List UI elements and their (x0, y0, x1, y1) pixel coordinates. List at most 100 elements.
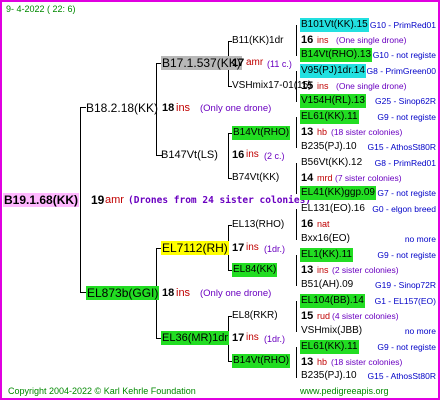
gen5-note: G9 - not registe (377, 112, 436, 122)
gen5-note: (18 sister colonies) (331, 127, 403, 137)
gen5-node[interactable]: V154H(RL).13 (300, 94, 366, 108)
gen5-note: G10 - not registe (372, 50, 436, 60)
gen5-node[interactable]: B14Vt(RHO).13 (300, 48, 373, 62)
gen2-mother[interactable]: B18.2.18(KK) (86, 101, 158, 115)
gen5-node[interactable]: EL104(BB).14 (300, 294, 365, 308)
gen2-father-note: (Only one drone) (200, 288, 272, 299)
gen5-tag: hb (317, 127, 328, 137)
gen4-node[interactable]: B14Vt(RHO) (232, 126, 291, 140)
gen5-note: G9 - not registe (377, 342, 436, 352)
gen5-number: 16 (301, 34, 314, 46)
gen5-number: 15 (301, 80, 314, 92)
gen5-node[interactable]: B235(PJ).10 (300, 140, 358, 154)
gen5-note: G19 - Sinop72R (375, 280, 436, 290)
gen5-note: G15 - AthosSt80R (367, 371, 436, 381)
gen4-node[interactable]: EL13(RHO) (232, 218, 284, 232)
gen5-note: (7 sister colonies) (335, 173, 402, 183)
gen5-node[interactable]: VSHmix(JBB) (300, 324, 363, 338)
gen5-tag: ins (317, 81, 329, 91)
gen5-note: G9 - not registe (377, 250, 436, 260)
gen5-note: G7 - not registe (377, 188, 436, 198)
gen5-tag: hb (317, 357, 328, 367)
gen3-number: 17 (232, 332, 245, 344)
gen5-tag: rud (317, 311, 331, 321)
gen5-node[interactable]: EL1(KK).11 (300, 248, 353, 262)
gen5-node[interactable]: B101Vt(KK).15 (300, 18, 369, 32)
gen5-note: (One single drone) (336, 35, 407, 45)
connector (296, 117, 297, 148)
gen2-mother-number: 18 (162, 102, 175, 114)
gen5-note: (18 sister colonies) (331, 357, 403, 367)
gen5-note: G8 - PrimGreen00 (366, 66, 436, 76)
connector (228, 133, 229, 179)
gen4-node[interactable]: B74Vt(KK) (232, 171, 279, 185)
connector (296, 209, 297, 240)
gen5-node[interactable]: V95(PJ)1dr.14 (300, 64, 366, 78)
gen3-note: (1dr.) (264, 334, 286, 344)
gen5-note: G15 - AthosSt80R (367, 142, 436, 152)
gen3-node[interactable]: B17.1.537(KK) (161, 56, 242, 70)
gen3-tag: ins (246, 149, 259, 160)
gen3-node[interactable]: EL36(MR)1dr (161, 331, 230, 345)
gen5-node[interactable]: EL131(EO).16 (300, 202, 366, 216)
gen3-node[interactable]: EL7112(RH) (161, 241, 229, 255)
gen3-number: 17 (232, 242, 245, 254)
gen5-note: G1 - EL157(EO) (374, 296, 436, 306)
connector (296, 163, 297, 194)
gen5-note: (2 sister colonies) (332, 265, 399, 275)
gen5-node[interactable]: EL41(KK)ggp.09 (300, 186, 376, 200)
root-queen[interactable]: B19.1.68(KK) (3, 193, 80, 207)
gen3-tag: ins (246, 242, 259, 253)
root-tag: amr (105, 194, 124, 206)
gen5-tag: nat (317, 219, 330, 229)
gen5-node[interactable]: Bxx16(EO) (300, 232, 351, 246)
footer-url[interactable]: www.pedigreeapis.org (300, 385, 389, 397)
gen5-node[interactable]: EL61(KK).11 (300, 340, 359, 354)
gen5-note: no more (404, 326, 436, 336)
gen3-note: (1dr.) (264, 244, 286, 254)
gen5-node[interactable]: B56Vt(KK).12 (300, 156, 363, 170)
connector (296, 25, 297, 56)
gen2-mother-tag: ins (176, 102, 191, 114)
connector (296, 255, 297, 286)
gen3-tag: ins (246, 332, 259, 343)
gen3-tag: amr (246, 57, 264, 68)
gen5-tag: ins (317, 265, 329, 275)
gen5-tag: mrd (317, 173, 333, 183)
gen4-node[interactable]: EL8(RKR) (232, 309, 278, 323)
gen2-father-number: 18 (162, 287, 175, 299)
gen3-number: 16 (232, 149, 245, 161)
gen2-mother-note: (Only one drone) (200, 103, 272, 114)
gen3-number: 17 (232, 57, 245, 69)
gen5-number: 13 (301, 264, 314, 276)
gen3-note: (11 c.) (267, 59, 292, 69)
gen5-note: G25 - Sinop62R (375, 96, 436, 106)
gen5-note: (4 sister colonies) (332, 311, 399, 321)
gen5-node[interactable]: B235(PJ).10 (300, 369, 358, 383)
gen4-node[interactable]: EL84(KK) (232, 263, 278, 277)
gen5-number: 13 (301, 126, 314, 138)
gen4-node[interactable]: B11(KK)1dr (232, 34, 284, 48)
footer-copyright: Copyright 2004-2022 © Karl Kehrle Founda… (8, 386, 196, 396)
gen5-node[interactable]: EL61(KK).11 (300, 110, 359, 124)
connector (296, 347, 297, 378)
gen5-number: 16 (301, 218, 314, 230)
gen3-note: (2 c.) (264, 151, 285, 161)
connector-root (80, 107, 81, 293)
gen4-node[interactable]: B14Vt(RHO) (232, 354, 291, 368)
gen5-node[interactable]: B51(AH).09 (300, 278, 354, 292)
gen5-note: G8 - PrimRed01 (374, 158, 436, 168)
gen5-note: (One single drone) (336, 81, 407, 91)
gen2-father-tag: ins (176, 287, 191, 299)
gen5-tag: ins (317, 35, 329, 45)
gen5-number: 14 (301, 172, 314, 184)
gen3-node[interactable]: B147Vt(LS) (161, 148, 218, 162)
gen2-father[interactable]: EL873b(GGI) (86, 286, 160, 300)
gen5-note: G10 - PrimRed01 (369, 20, 436, 30)
gen5-number: 15 (301, 310, 314, 322)
header-date: 9- 4-2022 ( 22: 6) (6, 4, 76, 14)
connector (296, 301, 297, 332)
root-number: 19 (91, 193, 105, 207)
root-note: (Drones from 24 sister colonies) (128, 195, 312, 206)
gen5-note: G0 - elgon breed (372, 204, 436, 214)
